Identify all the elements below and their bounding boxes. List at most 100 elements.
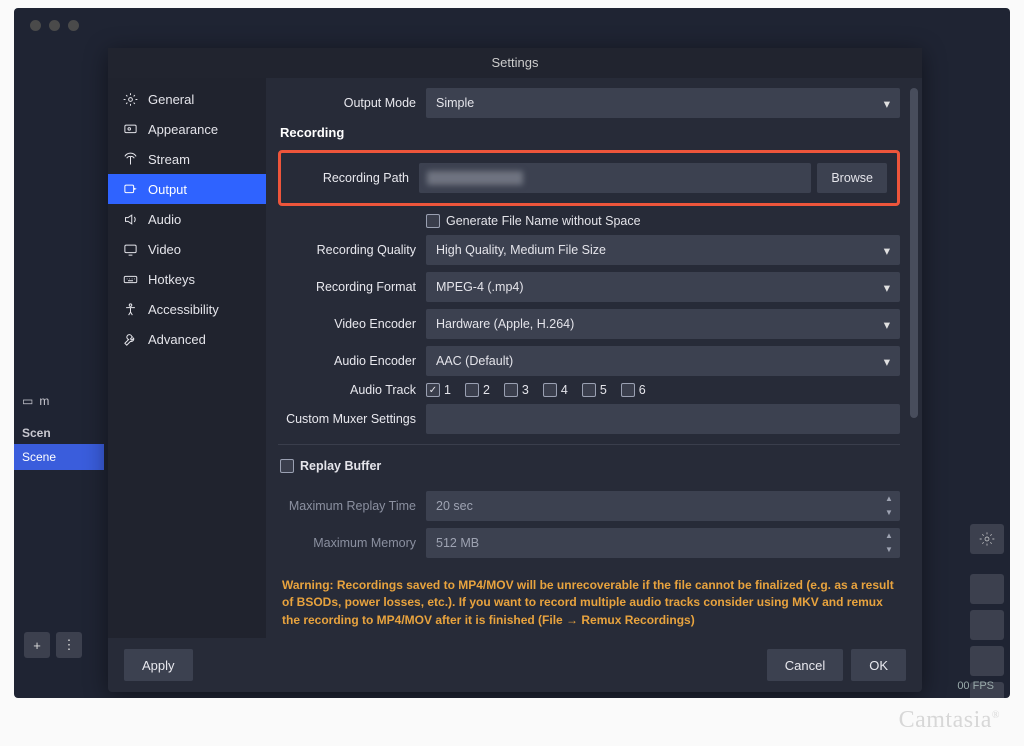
checkbox-icon [426, 383, 440, 397]
output-mode-label: Output Mode [278, 96, 426, 110]
max-replay-time-input[interactable]: 20 sec ▲▼ [426, 491, 900, 521]
chevron-up-icon[interactable]: ▲ [882, 495, 896, 503]
add-scene-button[interactable]: + [24, 632, 50, 658]
audio-track-label: Audio Track [278, 383, 426, 397]
settings-gear-button[interactable] [970, 524, 1004, 554]
nav-label: Audio [148, 212, 181, 227]
audio-track-2[interactable]: 2 [465, 383, 490, 397]
nav-item-video[interactable]: Video [108, 234, 266, 264]
max-memory-input[interactable]: 512 MB ▲▼ [426, 528, 900, 558]
status-bar-fps: 00 FPS [957, 680, 994, 692]
checkbox-icon [280, 459, 294, 473]
chevron-down-icon: ▾ [884, 317, 890, 332]
audio-track-6[interactable]: 6 [621, 383, 646, 397]
max-replay-time-label: Maximum Replay Time [278, 499, 426, 513]
chevron-down-icon[interactable]: ▼ [882, 509, 896, 517]
chevron-up-icon[interactable]: ▲ [882, 532, 896, 540]
recording-path-label: Recording Path [291, 171, 419, 185]
traffic-light-min[interactable] [49, 20, 60, 31]
recording-heading: Recording [280, 125, 900, 140]
checkbox-icon [543, 383, 557, 397]
checkbox-icon [426, 214, 440, 228]
plus-icon: + [33, 638, 41, 653]
format-warning: Warning: Recordings saved to MP4/MOV wil… [278, 565, 900, 629]
chevron-down-icon: ▾ [884, 96, 890, 111]
output-icon [122, 181, 138, 197]
settings-dialog: Settings General Appearance Stream Outpu… [108, 48, 922, 692]
max-memory-label: Maximum Memory [278, 536, 426, 550]
generate-filename-checkbox[interactable]: Generate File Name without Space [426, 214, 641, 228]
recording-path-highlight: Recording Path Browse [278, 150, 900, 206]
replay-buffer-checkbox[interactable]: Replay Buffer [280, 459, 381, 473]
appearance-icon [122, 121, 138, 137]
nav-label: Accessibility [148, 302, 219, 317]
audio-track-4[interactable]: 4 [543, 383, 568, 397]
settings-nav: General Appearance Stream Output Audio [108, 78, 266, 638]
nav-item-hotkeys[interactable]: Hotkeys [108, 264, 266, 294]
panel-slot-3[interactable] [970, 646, 1004, 676]
nav-label: Advanced [148, 332, 206, 347]
audio-encoder-label: Audio Encoder [278, 354, 426, 368]
monitor-icon [122, 241, 138, 257]
nav-label: Output [148, 182, 187, 197]
nav-label: Appearance [148, 122, 218, 137]
nav-item-stream[interactable]: Stream [108, 144, 266, 174]
recording-format-select[interactable]: MPEG-4 (.mp4) ▾ [426, 272, 900, 302]
audio-track-group: 1 2 3 4 5 6 [426, 383, 900, 397]
nav-item-audio[interactable]: Audio [108, 204, 266, 234]
chevron-down-icon: ▾ [884, 243, 890, 258]
traffic-light-max[interactable] [68, 20, 79, 31]
audio-encoder-select[interactable]: AAC (Default) ▾ [426, 346, 900, 376]
content-scrollbar[interactable] [910, 86, 918, 630]
kebab-icon: ⋮ [63, 637, 76, 653]
separator [278, 444, 900, 445]
recording-quality-select[interactable]: High Quality, Medium File Size ▾ [426, 235, 900, 265]
camtasia-watermark: Camtasia® [899, 707, 1000, 734]
accessibility-icon [122, 301, 138, 317]
dialog-footer: Apply Cancel OK [108, 638, 922, 692]
nav-label: Hotkeys [148, 272, 195, 287]
chevron-down-icon: ▾ [884, 354, 890, 369]
recording-format-label: Recording Format [278, 280, 426, 294]
scrollbar-thumb[interactable] [910, 88, 918, 418]
nav-item-output[interactable]: Output [108, 174, 266, 204]
video-encoder-label: Video Encoder [278, 317, 426, 331]
panel-slot-2[interactable] [970, 610, 1004, 640]
antenna-icon [122, 151, 138, 167]
monitor-icon: ▭ [22, 394, 33, 408]
recording-path-input[interactable] [419, 163, 811, 193]
output-mode-select[interactable]: Simple ▾ [426, 88, 900, 118]
panel-slot-1[interactable] [970, 574, 1004, 604]
nav-item-accessibility[interactable]: Accessibility [108, 294, 266, 324]
audio-track-3[interactable]: 3 [504, 383, 529, 397]
nav-label: Stream [148, 152, 190, 167]
settings-content: Output Mode Simple ▾ Recording Recording… [266, 78, 922, 638]
speaker-icon [122, 211, 138, 227]
scene-item[interactable]: Scene [14, 444, 104, 470]
ok-button[interactable]: OK [851, 649, 906, 681]
nav-item-advanced[interactable]: Advanced [108, 324, 266, 354]
nav-label: General [148, 92, 194, 107]
audio-track-5[interactable]: 5 [582, 383, 607, 397]
custom-muxer-label: Custom Muxer Settings [278, 412, 426, 426]
chevron-down-icon[interactable]: ▼ [882, 546, 896, 554]
recording-quality-label: Recording Quality [278, 243, 426, 257]
apply-button[interactable]: Apply [124, 649, 193, 681]
chevron-down-icon: ▾ [884, 280, 890, 295]
keyboard-icon [122, 271, 138, 287]
custom-muxer-input[interactable] [426, 404, 900, 434]
traffic-light-close[interactable] [30, 20, 41, 31]
scene-more-button[interactable]: ⋮ [56, 632, 82, 658]
bg-docks-item: ▭ m [14, 388, 104, 414]
window-controls[interactable] [30, 20, 79, 31]
dialog-title: Settings [108, 48, 922, 78]
browse-button[interactable]: Browse [817, 163, 887, 193]
video-encoder-select[interactable]: Hardware (Apple, H.264) ▾ [426, 309, 900, 339]
nav-item-appearance[interactable]: Appearance [108, 114, 266, 144]
gear-icon [979, 531, 995, 547]
nav-item-general[interactable]: General [108, 84, 266, 114]
nav-label: Video [148, 242, 181, 257]
audio-track-1[interactable]: 1 [426, 383, 451, 397]
cancel-button[interactable]: Cancel [767, 649, 843, 681]
checkbox-icon [465, 383, 479, 397]
